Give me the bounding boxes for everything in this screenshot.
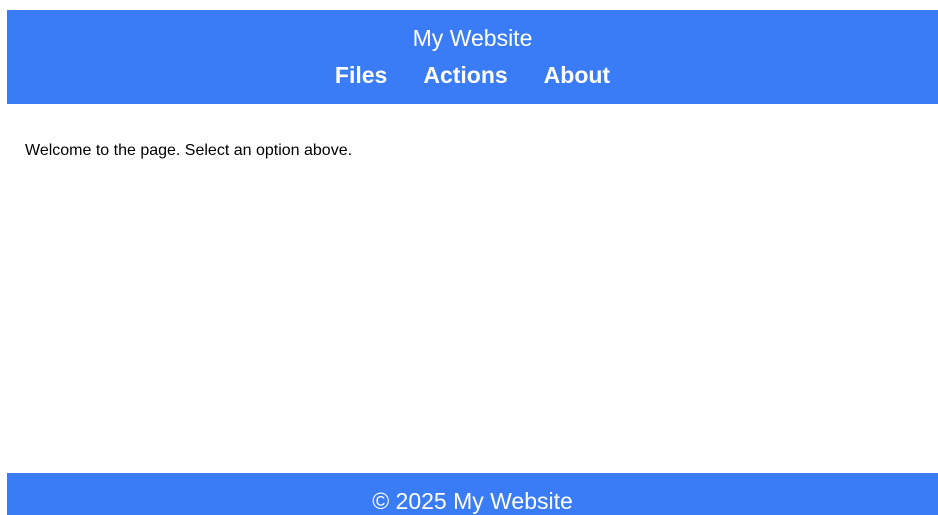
- nav-files[interactable]: Files: [335, 61, 387, 89]
- nav-actions[interactable]: Actions: [423, 61, 507, 89]
- site-title: My Website: [412, 25, 533, 51]
- site-footer: © 2025 My Website: [7, 473, 938, 515]
- site-header: My Website Files Actions About: [7, 10, 938, 104]
- page: My Website Files Actions About Welcome t…: [0, 0, 938, 515]
- nav-about[interactable]: About: [544, 61, 610, 89]
- copyright-text: © 2025 My Website: [372, 488, 573, 514]
- welcome-message: Welcome to the page. Select an option ab…: [25, 142, 353, 159]
- main-nav: Files Actions About: [7, 61, 938, 89]
- main-content: Welcome to the page. Select an option ab…: [25, 141, 352, 161]
